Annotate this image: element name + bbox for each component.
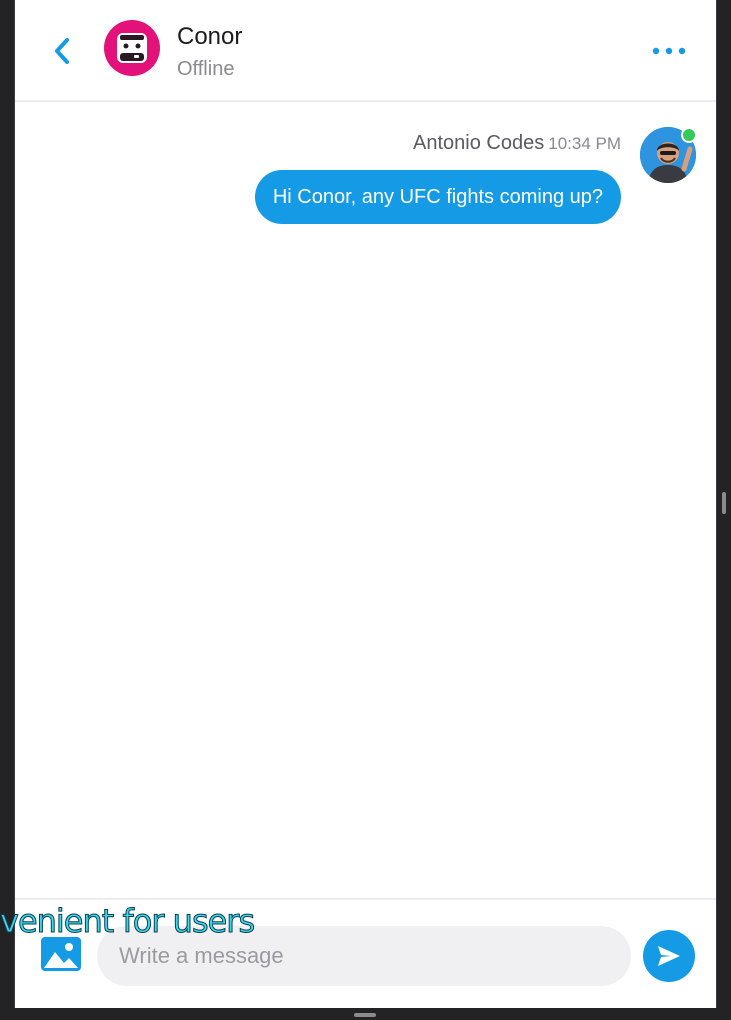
video-caption: venient for users: [0, 902, 256, 941]
window-frame: Conor Offline Antonio Codes 10:34 PM Hi C…: [0, 0, 731, 1020]
chevron-left-icon: [55, 38, 69, 64]
contact-avatar-icon: [117, 33, 147, 63]
message-bubble[interactable]: Hi Conor, any UFC fights coming up?: [254, 170, 621, 224]
send-button[interactable]: [643, 930, 695, 982]
contact-status: Offline: [177, 58, 235, 80]
contact-name: Conor: [177, 23, 243, 50]
more-horizontal-icon: [652, 47, 686, 55]
attach-image-button[interactable]: [40, 936, 82, 972]
resize-handle-bottom[interactable]: [354, 1013, 376, 1017]
send-icon: [658, 946, 680, 966]
image-icon: [41, 937, 81, 971]
more-options-button[interactable]: [647, 38, 691, 64]
online-indicator: [681, 127, 697, 143]
message-time: 10:34 PM: [548, 134, 621, 153]
contact-avatar[interactable]: [104, 20, 160, 76]
back-button[interactable]: [49, 34, 75, 68]
message-list[interactable]: Antonio Codes 10:34 PM Hi Conor, any UFC …: [15, 102, 716, 898]
message-sender: Antonio Codes: [413, 132, 545, 154]
resize-handle-right[interactable]: [722, 492, 726, 514]
chat-header: Conor Offline: [15, 0, 716, 102]
message-meta: Antonio Codes 10:34 PM: [413, 132, 621, 155]
chat-window: Conor Offline Antonio Codes 10:34 PM Hi C…: [14, 0, 717, 1008]
